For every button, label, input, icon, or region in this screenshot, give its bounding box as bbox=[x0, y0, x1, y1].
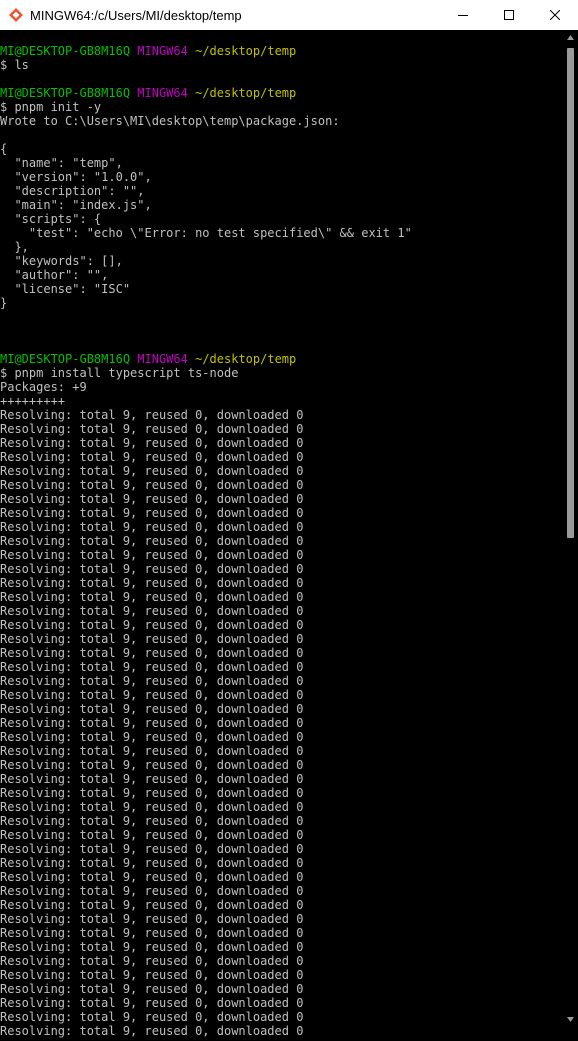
prompt-env: MINGW64 bbox=[137, 86, 188, 100]
prompt-env: MINGW64 bbox=[137, 352, 188, 366]
arrow-up-icon bbox=[567, 35, 574, 40]
output-line: "keywords": [], bbox=[0, 254, 123, 268]
resolving-line: Resolving: total 9, reused 0, downloaded… bbox=[0, 562, 304, 576]
resolving-line: Resolving: total 9, reused 0, downloaded… bbox=[0, 520, 304, 534]
resolving-line: Resolving: total 9, reused 0, downloaded… bbox=[0, 982, 304, 996]
prompt-path: ~/desktop/temp bbox=[195, 352, 297, 366]
resolving-line: Resolving: total 9, reused 0, downloaded… bbox=[0, 660, 304, 674]
resolving-line: Resolving: total 9, reused 0, downloaded… bbox=[0, 786, 304, 800]
resolving-line: Resolving: total 9, reused 0, downloaded… bbox=[0, 912, 304, 926]
resolving-line: Resolving: total 9, reused 0, downloaded… bbox=[0, 814, 304, 828]
close-button[interactable] bbox=[532, 0, 578, 30]
resolving-line: Resolving: total 9, reused 0, downloaded… bbox=[0, 758, 304, 772]
resolving-line: Resolving: total 9, reused 0, downloaded… bbox=[0, 464, 304, 478]
resolving-line: Resolving: total 9, reused 0, downloaded… bbox=[0, 730, 304, 744]
prompt-line: MI@DESKTOP-GB8M16Q MINGW64 ~/desktop/tem… bbox=[0, 44, 563, 58]
resolving-line: Resolving: total 9, reused 0, downloaded… bbox=[0, 534, 304, 548]
maximize-icon bbox=[504, 10, 514, 20]
resolving-line: Resolving: total 9, reused 0, downloaded… bbox=[0, 702, 304, 716]
resolving-line: Resolving: total 9, reused 0, downloaded… bbox=[0, 646, 304, 660]
vertical-scrollbar[interactable] bbox=[563, 30, 578, 1027]
title-bar: MINGW64:/c/Users/MI/desktop/temp bbox=[0, 0, 578, 30]
resolving-line: Resolving: total 9, reused 0, downloaded… bbox=[0, 478, 304, 492]
resolving-line: Resolving: total 9, reused 0, downloaded… bbox=[0, 954, 304, 968]
resolving-line: Resolving: total 9, reused 0, downloaded… bbox=[0, 408, 304, 422]
prompt-user-host: MI@DESKTOP-GB8M16Q bbox=[0, 86, 131, 100]
output-line: { bbox=[0, 142, 8, 156]
resolving-line: Resolving: total 9, reused 0, downloaded… bbox=[0, 716, 304, 730]
resolving-line: Resolving: total 9, reused 0, downloaded… bbox=[0, 506, 304, 520]
resolving-line: Resolving: total 9, reused 0, downloaded… bbox=[0, 926, 304, 940]
window-title: MINGW64:/c/Users/MI/desktop/temp bbox=[30, 7, 242, 23]
resolving-line: Resolving: total 9, reused 0, downloaded… bbox=[0, 828, 304, 842]
resolving-line: Resolving: total 9, reused 0, downloaded… bbox=[0, 688, 304, 702]
resolving-line: Resolving: total 9, reused 0, downloaded… bbox=[0, 870, 304, 884]
resolving-line: Resolving: total 9, reused 0, downloaded… bbox=[0, 674, 304, 688]
output-line: "license": "ISC" bbox=[0, 282, 131, 296]
output-line: "description": "", bbox=[0, 184, 145, 198]
output-line: "scripts": { bbox=[0, 212, 102, 226]
output-line: Wrote to C:\Users\MI\desktop\temp\packag… bbox=[0, 114, 340, 128]
output-line: $ pnpm init -y bbox=[0, 100, 102, 114]
prompt-line: MI@DESKTOP-GB8M16Q MINGW64 ~/desktop/tem… bbox=[0, 86, 563, 100]
prompt-line: MI@DESKTOP-GB8M16Q MINGW64 ~/desktop/tem… bbox=[0, 352, 563, 366]
resolving-line: Resolving: total 9, reused 0, downloaded… bbox=[0, 632, 304, 646]
window-controls bbox=[440, 0, 578, 30]
output-line: "test": "echo \"Error: no test specified… bbox=[0, 226, 412, 240]
resolving-line: Resolving: total 9, reused 0, downloaded… bbox=[0, 884, 304, 898]
resolving-line: Resolving: total 9, reused 0, downloaded… bbox=[0, 618, 304, 632]
resolving-line: Resolving: total 9, reused 0, downloaded… bbox=[0, 996, 304, 1010]
resolving-line: Resolving: total 9, reused 0, downloaded… bbox=[0, 856, 304, 870]
prompt-path: ~/desktop/temp bbox=[195, 44, 297, 58]
scroll-down-button[interactable] bbox=[563, 1012, 578, 1027]
output-line: $ pnpm install typescript ts-node bbox=[0, 366, 239, 380]
resolving-line: Resolving: total 9, reused 0, downloaded… bbox=[0, 436, 304, 450]
arrow-down-icon bbox=[567, 1017, 574, 1022]
maximize-button[interactable] bbox=[486, 0, 532, 30]
resolving-line: Resolving: total 9, reused 0, downloaded… bbox=[0, 968, 304, 982]
output-line: }, bbox=[0, 240, 29, 254]
output-line: "name": "temp", bbox=[0, 156, 123, 170]
resolving-line: Resolving: total 9, reused 0, downloaded… bbox=[0, 744, 304, 758]
resolving-line: Resolving: total 9, reused 0, downloaded… bbox=[0, 576, 304, 590]
scroll-up-button[interactable] bbox=[563, 30, 578, 45]
prompt-user-host: MI@DESKTOP-GB8M16Q bbox=[0, 352, 131, 366]
resolving-line: Resolving: total 9, reused 0, downloaded… bbox=[0, 772, 304, 786]
resolving-line: Resolving: total 9, reused 0, downloaded… bbox=[0, 1010, 304, 1024]
resolving-line: Resolving: total 9, reused 0, downloaded… bbox=[0, 898, 304, 912]
output-line: "version": "1.0.0", bbox=[0, 170, 152, 184]
output-line: +++++++++ bbox=[0, 394, 66, 408]
prompt-path: ~/desktop/temp bbox=[195, 86, 297, 100]
output-line: Packages: +9 bbox=[0, 380, 87, 394]
minimize-icon bbox=[458, 15, 468, 16]
prompt-env: MINGW64 bbox=[137, 44, 188, 58]
resolving-line: Resolving: total 9, reused 0, downloaded… bbox=[0, 590, 304, 604]
resolving-line: Resolving: total 9, reused 0, downloaded… bbox=[0, 842, 304, 856]
resolving-line: Resolving: total 9, reused 0, downloaded… bbox=[0, 800, 304, 814]
git-bash-icon bbox=[9, 8, 23, 22]
resolving-line: Resolving: total 9, reused 0, downloaded… bbox=[0, 604, 304, 618]
minimize-button[interactable] bbox=[440, 0, 486, 30]
resolving-line: Resolving: total 9, reused 0, downloaded… bbox=[0, 1024, 304, 1038]
output-line: $ ls bbox=[0, 58, 29, 72]
resolving-line: Resolving: total 9, reused 0, downloaded… bbox=[0, 940, 304, 954]
resolving-line: Resolving: total 9, reused 0, downloaded… bbox=[0, 422, 304, 436]
resolving-line: Resolving: total 9, reused 0, downloaded… bbox=[0, 492, 304, 506]
prompt-user-host: MI@DESKTOP-GB8M16Q bbox=[0, 44, 131, 58]
resolving-line: Resolving: total 9, reused 0, downloaded… bbox=[0, 548, 304, 562]
output-line: "author": "", bbox=[0, 268, 109, 282]
terminal-output[interactable]: MI@DESKTOP-GB8M16Q MINGW64 ~/desktop/tem… bbox=[0, 30, 563, 1041]
resolving-line: Resolving: total 9, reused 0, downloaded… bbox=[0, 450, 304, 464]
scroll-thumb[interactable] bbox=[567, 48, 574, 538]
output-line: } bbox=[0, 296, 8, 310]
output-line: "main": "index.js", bbox=[0, 198, 152, 212]
close-icon bbox=[550, 10, 560, 20]
